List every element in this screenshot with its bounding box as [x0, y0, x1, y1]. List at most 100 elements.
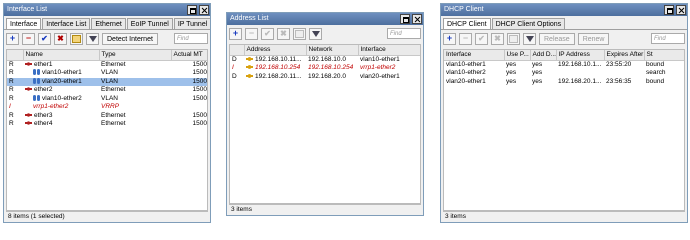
- renew-button[interactable]: Renew: [577, 32, 610, 45]
- add-icon[interactable]: +: [443, 32, 456, 45]
- col-network[interactable]: Network: [306, 45, 359, 56]
- table-row[interactable]: Rether4 Ethernet 1500: [7, 120, 207, 129]
- col-address[interactable]: Address: [244, 45, 307, 56]
- table-row[interactable]: vlan20-ether1 yes yes 192.168.20.1... 23:56:…: [444, 77, 684, 87]
- maximize-icon[interactable]: [400, 14, 410, 24]
- filter-icon[interactable]: [523, 32, 536, 45]
- col-add-default[interactable]: Add D...: [530, 50, 557, 61]
- row-flag: R: [9, 69, 14, 76]
- release-button[interactable]: Release: [539, 32, 575, 45]
- row-type: Ethernet: [101, 111, 126, 119]
- window-title: DHCP Client: [444, 6, 484, 13]
- find-input[interactable]: Find: [387, 28, 421, 39]
- row-name: ether2: [34, 86, 53, 93]
- row-address-cell: 192.168.10.11...: [244, 55, 306, 64]
- close-icon[interactable]: [676, 5, 686, 15]
- row-status: search: [646, 69, 666, 76]
- row-mtu: [171, 103, 207, 112]
- col-type[interactable]: Type: [99, 50, 172, 61]
- tab-ip-tunnel[interactable]: IP Tunnel: [173, 18, 210, 29]
- table-row[interactable]: Rvlan10-ether1 VLAN 1500: [7, 69, 207, 78]
- row-use-peer: yes: [506, 77, 517, 85]
- row-name-cell: ether3: [23, 112, 99, 121]
- row-name-cell: ether2: [23, 86, 99, 95]
- col-interface[interactable]: Interface: [444, 50, 505, 61]
- row-flag: R: [9, 111, 14, 119]
- table-row[interactable]: vlan10-ether2 yes yes search: [444, 69, 684, 78]
- col-ip-address[interactable]: IP Address: [556, 50, 605, 61]
- add-icon[interactable]: +: [6, 32, 19, 45]
- tab-interface-list[interactable]: Interface List: [42, 18, 91, 29]
- table-row[interactable]: Rvlan20-ether1 VLAN 1500: [7, 77, 207, 86]
- col-status[interactable]: St: [644, 50, 684, 61]
- interface-toolbar: + − ✔ ✖ Detect Internet Find: [4, 30, 210, 47]
- tab-dhcp-client-options[interactable]: DHCP Client Options: [491, 18, 566, 29]
- row-name-cell: vrrp1-ether2: [23, 103, 99, 112]
- row-type: Ethernet: [101, 60, 126, 68]
- row-flag: R: [9, 60, 14, 68]
- interface-list-titlebar[interactable]: Interface List: [4, 4, 210, 16]
- disable-icon[interactable]: ✖: [54, 32, 67, 45]
- row-mtu: 1500: [192, 69, 207, 76]
- table-row[interactable]: Rether1 Ethernet 1500: [7, 60, 207, 69]
- tab-ethernet[interactable]: Ethernet: [91, 18, 126, 29]
- dhcp-client-titlebar[interactable]: DHCP Client: [441, 4, 687, 16]
- tab-eoip-tunnel[interactable]: EoIP Tunnel: [126, 18, 173, 29]
- detect-internet-button[interactable]: Detect Internet: [102, 32, 158, 45]
- ethernet-icon: [25, 60, 32, 67]
- table-row[interactable]: Rvlan10-ether2 VLAN 1500: [7, 95, 207, 104]
- filter-icon[interactable]: [86, 32, 99, 45]
- dhcp-client-window: DHCP Client DHCP Client DHCP Client Opti…: [440, 3, 688, 223]
- find-input[interactable]: Find: [651, 33, 685, 44]
- col-interface[interactable]: Interface: [358, 45, 420, 56]
- enable-icon[interactable]: ✔: [475, 32, 488, 45]
- close-icon[interactable]: [412, 14, 422, 24]
- row-mtu: 1500: [192, 111, 207, 119]
- row-interface: vlan20-ether1: [446, 77, 486, 85]
- filter-icon[interactable]: [309, 27, 322, 40]
- row-ip-address: 192.168.10.1...: [558, 60, 602, 68]
- row-address-cell: 192.168.10.254: [244, 64, 306, 73]
- row-name: ether4: [34, 120, 53, 127]
- address-list-titlebar[interactable]: Address List: [227, 13, 423, 25]
- disable-icon[interactable]: ✖: [277, 27, 290, 40]
- col-expires-after[interactable]: Expires After: [604, 50, 645, 61]
- row-network: 192.168.10.0: [308, 55, 346, 63]
- add-icon[interactable]: +: [229, 27, 242, 40]
- table-row[interactable]: I 192.168.10.254 192.168.10.254 vrrp1-ether…: [230, 64, 420, 73]
- maximize-icon[interactable]: [664, 5, 674, 15]
- row-interface: vlan20-ether1: [360, 72, 400, 80]
- row-type: Ethernet: [101, 120, 126, 127]
- row-mtu: 1500: [171, 77, 207, 86]
- col-name[interactable]: Name: [23, 50, 100, 61]
- close-icon[interactable]: [199, 5, 209, 15]
- enable-icon[interactable]: ✔: [38, 32, 51, 45]
- comment-icon[interactable]: [70, 32, 83, 45]
- disable-icon[interactable]: ✖: [491, 32, 504, 45]
- maximize-icon[interactable]: [187, 5, 197, 15]
- table-row[interactable]: D 192.168.10.11... 192.168.10.0 vlan10-ethe…: [230, 55, 420, 64]
- remove-icon[interactable]: −: [459, 32, 472, 45]
- ethernet-icon: [25, 111, 32, 118]
- row-status: bound: [646, 60, 665, 68]
- col-use-peer[interactable]: Use P...: [504, 50, 531, 61]
- status-bar: 3 items: [443, 211, 685, 221]
- tab-interface[interactable]: Interface: [6, 18, 42, 29]
- col-actual-mtu[interactable]: Actual MT: [171, 50, 207, 61]
- address-toolbar: + − ✔ ✖ Find: [227, 25, 423, 42]
- find-input[interactable]: Find: [174, 33, 208, 44]
- table-row[interactable]: vlan10-ether1 yes yes 192.168.10.1... 23:55:…: [444, 60, 684, 69]
- table-row[interactable]: D 192.168.20.11... 192.168.20.0 vlan20-ethe…: [230, 72, 420, 82]
- table-row[interactable]: Rether3 Ethernet 1500: [7, 111, 207, 121]
- enable-icon[interactable]: ✔: [261, 27, 274, 40]
- row-name-cell: ether1: [23, 60, 99, 69]
- remove-icon[interactable]: −: [245, 27, 258, 40]
- tab-dhcp-client[interactable]: DHCP Client: [443, 18, 491, 29]
- comment-icon[interactable]: [293, 27, 306, 40]
- table-row[interactable]: Rether2 Ethernet 1500: [7, 86, 207, 95]
- row-network: 192.168.10.254: [308, 64, 354, 71]
- remove-icon[interactable]: −: [22, 32, 35, 45]
- row-flag: R: [9, 120, 14, 127]
- comment-icon[interactable]: [507, 32, 520, 45]
- table-row[interactable]: Ivrrp1-ether2 VRRP: [7, 103, 207, 112]
